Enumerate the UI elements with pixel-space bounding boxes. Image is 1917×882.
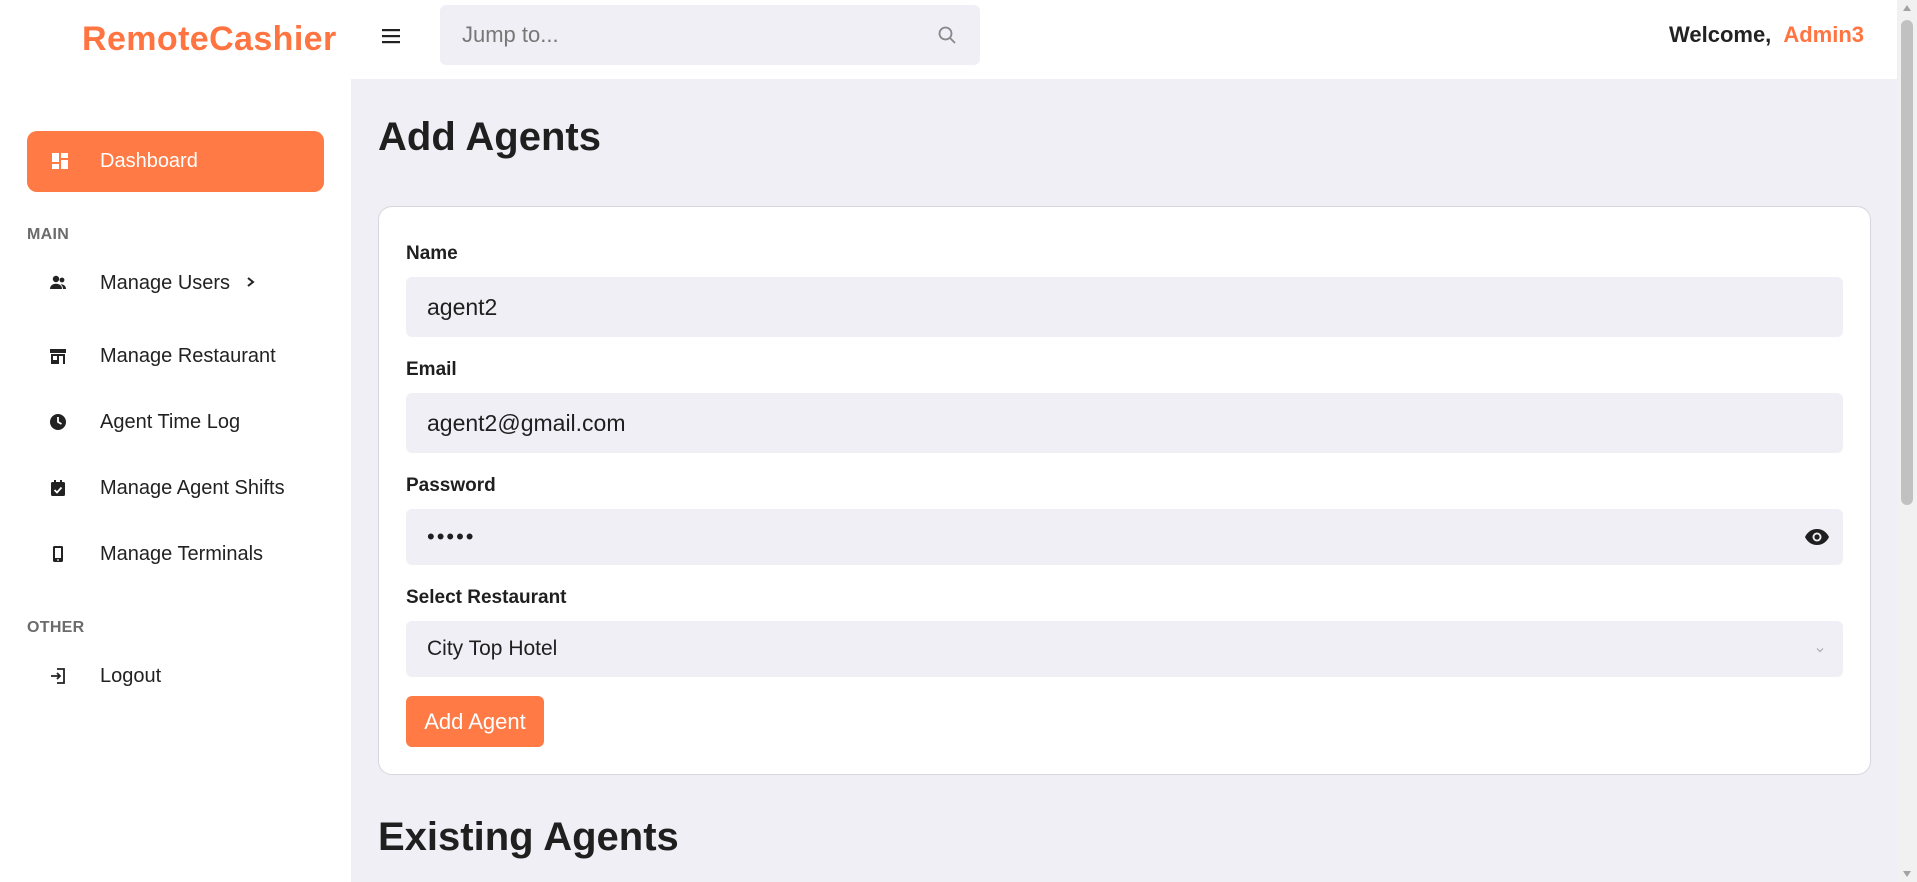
search-icon[interactable] — [937, 25, 957, 45]
page-title: Add Agents — [378, 115, 601, 159]
email-label: Email — [406, 359, 457, 380]
sidebar-item-manage-restaurant[interactable]: Manage Restaurant — [27, 334, 324, 378]
dashboard-icon — [52, 153, 68, 169]
sidebar-item-dashboard[interactable]: Dashboard — [27, 131, 324, 192]
email-field-wrapper — [406, 393, 1843, 453]
sidebar-item-label: Agent Time Log — [100, 410, 241, 433]
username-link[interactable]: Admin3 — [1783, 22, 1864, 48]
phone-icon — [53, 546, 63, 562]
sidebar-item-logout[interactable]: Logout — [27, 654, 324, 698]
scroll-up-arrow-icon[interactable] — [1902, 4, 1912, 12]
sidebar-item-label: Manage Restaurant — [100, 344, 276, 367]
restaurant-select[interactable]: City Top Hotel — [406, 621, 1843, 677]
section-label-main: MAIN — [27, 226, 70, 243]
scrollbar-thumb[interactable] — [1901, 20, 1913, 505]
chevron-down-icon — [1816, 648, 1824, 653]
sidebar-item-label: Manage Agent Shifts — [100, 476, 285, 499]
main-content: Add Agents Name Email Password Select Re… — [351, 79, 1897, 882]
logout-icon — [51, 668, 65, 684]
name-field-wrapper — [406, 277, 1843, 337]
clock-icon — [50, 414, 66, 430]
existing-agents-title: Existing Agents — [378, 815, 679, 859]
sidebar-item-agent-time-log[interactable]: Agent Time Log — [27, 400, 324, 444]
page-scrollbar[interactable] — [1897, 0, 1917, 882]
hamburger-menu-icon[interactable] — [380, 25, 402, 47]
name-label: Name — [406, 243, 458, 264]
sidebar-item-manage-terminals[interactable]: Manage Terminals — [27, 532, 324, 576]
eye-icon[interactable] — [1804, 526, 1830, 548]
search-input[interactable] — [462, 5, 902, 65]
sidebar-item-label: Manage Terminals — [100, 542, 264, 565]
password-field-wrapper — [406, 509, 1843, 565]
name-field[interactable] — [427, 277, 1787, 337]
sidebar-item-label: Dashboard — [100, 150, 198, 172]
section-label-other: OTHER — [27, 619, 85, 636]
sidebar-item-manage-users[interactable]: Manage Users — [27, 261, 324, 305]
email-field[interactable] — [427, 393, 1787, 453]
scroll-down-arrow-icon[interactable] — [1902, 870, 1912, 878]
password-field[interactable] — [427, 509, 1787, 565]
sidebar-item-label: Logout — [100, 664, 162, 687]
users-icon — [50, 275, 66, 289]
sidebar-item-label: Manage Users — [100, 271, 231, 294]
chevron-right-icon — [247, 277, 255, 287]
store-icon — [50, 349, 66, 364]
sidebar: RemoteCashier Dashboard MAIN Manage User… — [0, 0, 351, 882]
welcome-text: Welcome, — [1669, 22, 1772, 47]
restaurant-label: Select Restaurant — [406, 587, 567, 608]
brand-logo[interactable]: RemoteCashier — [82, 20, 337, 59]
search-box — [440, 5, 980, 65]
add-agent-button[interactable]: Add Agent — [406, 696, 544, 747]
restaurant-select-value: City Top Hotel — [427, 637, 558, 660]
add-agent-form: Name Email Password Select Restaurant Ci… — [378, 206, 1871, 775]
password-label: Password — [406, 475, 496, 496]
welcome-greeting: Welcome, Admin3 — [1669, 22, 1864, 48]
calendar-check-icon — [51, 480, 65, 496]
sidebar-item-manage-agent-shifts[interactable]: Manage Agent Shifts — [27, 466, 324, 510]
